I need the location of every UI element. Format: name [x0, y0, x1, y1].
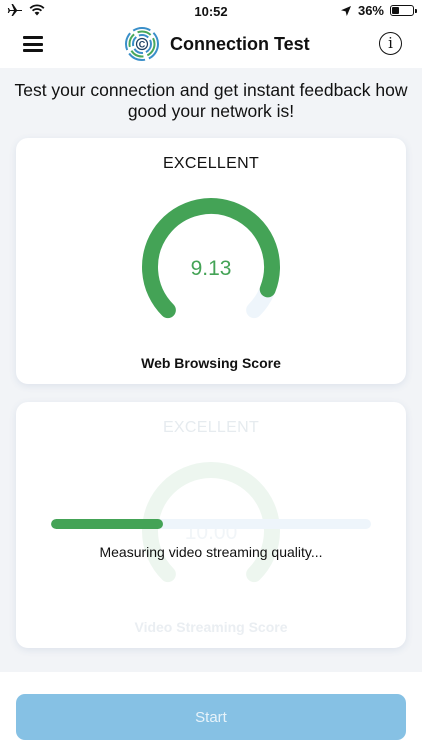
- measuring-status: Measuring video streaming quality...: [99, 544, 323, 560]
- app-logo-letter: C: [139, 40, 146, 50]
- hamburger-menu-icon[interactable]: [23, 36, 43, 52]
- video-test-progress-fill: [51, 519, 163, 529]
- start-button[interactable]: Start: [16, 694, 406, 740]
- intro-text: Test your connection and get instant fee…: [14, 80, 408, 121]
- web-score-label: Web Browsing Score: [141, 355, 281, 371]
- nav-title-group: C Connection Test: [124, 26, 310, 62]
- video-score-gauge: 10.00: [142, 462, 280, 583]
- web-rating: EXCELLENT: [162, 155, 260, 172]
- navigation-bar: C Connection Test i: [0, 22, 422, 68]
- video-test-progress-bar: [51, 519, 371, 529]
- web-browsing-card: EXCELLENT 9.13 Web Browsing Score: [16, 138, 406, 384]
- battery-icon: [390, 5, 417, 16]
- app-logo-icon: C: [125, 27, 159, 61]
- page-title: Connection Test: [170, 33, 310, 54]
- status-right-icons: 36%: [340, 3, 417, 18]
- web-score-gauge: 9.13: [142, 198, 280, 319]
- battery-percentage: 36%: [357, 3, 384, 18]
- video-rating: EXCELLENT: [162, 419, 260, 436]
- video-score-label: Video Streaming Score: [134, 619, 288, 635]
- web-score-value: 9.13: [191, 257, 232, 280]
- info-icon[interactable]: i: [379, 32, 402, 55]
- status-bar: 10:52 36%: [0, 0, 422, 22]
- video-streaming-card: EXCELLENT 10.00 Measuring video streamin…: [16, 402, 406, 648]
- location-arrow-icon: [340, 5, 351, 16]
